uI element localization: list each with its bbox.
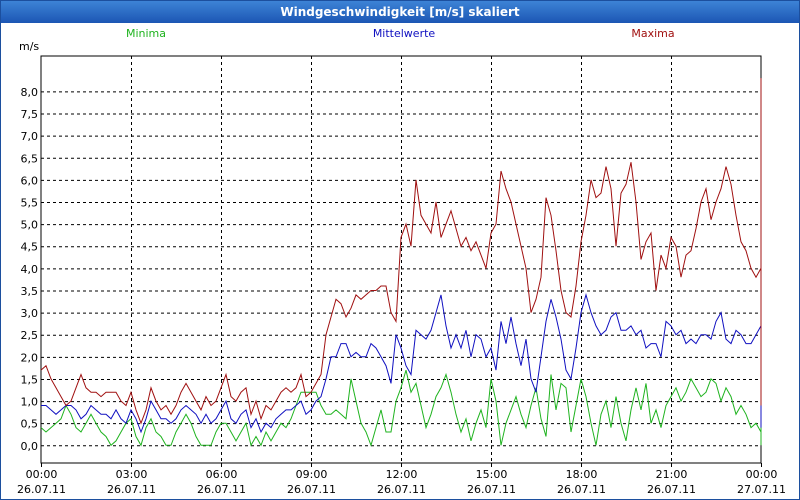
x-tick-time: 06:00 (206, 468, 238, 481)
x-tick-date: 26.07.11 (557, 483, 606, 496)
x-tick-time: 00:00 (26, 468, 58, 481)
y-tick-label: 0,5 (21, 418, 39, 431)
y-tick-label: 6,0 (21, 174, 39, 187)
x-tick-time: 12:00 (386, 468, 418, 481)
legend-entry-minima: Minima (126, 27, 166, 40)
y-axis-label: m/s (19, 40, 39, 53)
y-tick-label: 3,5 (21, 285, 39, 298)
x-tick-time: 03:00 (116, 468, 148, 481)
legend-entry-maxima: Maxima (631, 27, 674, 40)
x-tick-date: 26.07.11 (467, 483, 516, 496)
chart-window: Windgeschwindigkeit [m/s] skaliert 0,0 0,… (0, 0, 800, 500)
x-tick-date: 27.07.11 (737, 483, 786, 496)
y-tick-label: 3,0 (21, 307, 39, 320)
wind-speed-chart: 0,0 0,5 1,0 1,5 2,0 2,5 3,0 3,5 4,0 4,5 5,0 5,5 6,0 6… (17, 27, 786, 496)
x-tick-date: 26.07.11 (287, 483, 336, 496)
y-tick-label: 4,0 (21, 263, 39, 276)
x-tick-date: 26.07.11 (377, 483, 426, 496)
y-tick-label: 1,0 (21, 396, 39, 409)
x-tick-time: 09:00 (296, 468, 328, 481)
x-tick-date: 26.07.11 (107, 483, 156, 496)
y-tick-label: 7,0 (21, 130, 39, 143)
y-tick-label: 7,5 (21, 108, 39, 121)
x-tick-date: 26.07.11 (197, 483, 246, 496)
y-tick-label: 0,0 (21, 440, 39, 453)
y-tick-label: 8,0 (21, 86, 39, 99)
y-tick-label: 5,0 (21, 219, 39, 232)
y-tick-label: 6,5 (21, 152, 39, 165)
legend-entry-mittelwerte: Mittelwerte (373, 27, 436, 40)
x-tick-time: 15:00 (476, 468, 508, 481)
x-tick-time: 21:00 (656, 468, 688, 481)
x-tick-date: 26.07.11 (647, 483, 696, 496)
y-tick-label: 2,5 (21, 329, 39, 342)
x-tick-time: 18:00 (566, 468, 598, 481)
y-tick-label: 4,5 (21, 241, 39, 254)
y-tick-label: 5,5 (21, 196, 39, 209)
y-tick-label: 2,0 (21, 351, 39, 364)
y-tick-label: 1,5 (21, 373, 39, 386)
x-tick-time: 00:00 (746, 468, 778, 481)
x-tick-date: 26.07.11 (17, 483, 66, 496)
window-title: Windgeschwindigkeit [m/s] skaliert (1, 1, 799, 23)
